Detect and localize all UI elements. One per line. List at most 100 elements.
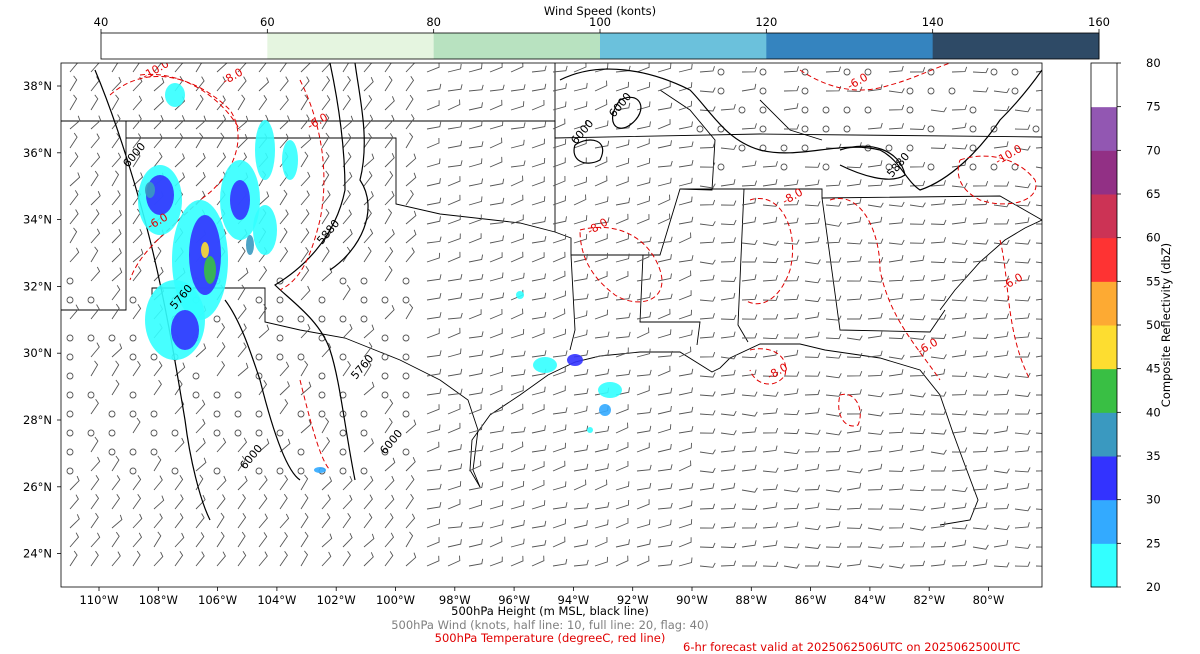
wind-barb [447, 539, 462, 548]
wind-barb [384, 114, 395, 130]
wind-barb [699, 523, 716, 529]
wind-barb [489, 556, 503, 567]
calm-wind-marker [402, 372, 410, 380]
wind-barb [972, 67, 989, 74]
wind-barb [384, 153, 395, 168]
wind-barb [804, 331, 820, 339]
wind-barb [174, 513, 184, 529]
wind-barb [216, 114, 227, 130]
calm-wind-marker [276, 315, 284, 323]
wind-barb [237, 475, 248, 491]
wind-barb [1035, 147, 1042, 149]
wind-barb [111, 514, 123, 529]
wind-barb [930, 237, 946, 244]
wind-barb [342, 475, 353, 491]
wind-barb [951, 524, 968, 530]
wind-barb [657, 160, 673, 168]
wind-barb [594, 331, 610, 339]
wind-barb [279, 76, 289, 92]
height-contour-label: 5880 [314, 217, 342, 247]
wind-barb [678, 290, 692, 301]
wind-barb [90, 475, 100, 491]
wind-barb [1014, 409, 1031, 415]
wind-barb [510, 350, 526, 358]
wind-barb [699, 503, 716, 510]
calm-wind-marker [969, 144, 977, 152]
wind-barb [195, 153, 206, 168]
wind-barb [762, 467, 779, 473]
wind-barb [888, 275, 905, 282]
wind-barb [363, 475, 374, 491]
calm-wind-marker [66, 353, 74, 361]
wind-barb [237, 437, 248, 453]
calm-wind-marker [129, 410, 137, 418]
wind-barb [846, 468, 863, 474]
wind-barb [363, 114, 374, 130]
border-line [821, 197, 946, 333]
wind-barb [489, 425, 505, 434]
wind-barb [489, 519, 504, 529]
wind-barb [531, 273, 546, 282]
wind-barb [384, 229, 395, 244]
wind-barb [762, 561, 779, 567]
wind-barb [90, 512, 99, 529]
reflectivity-colorbar-tick-label: 20 [1146, 580, 1161, 594]
calm-wind-marker [402, 448, 410, 456]
wind-barb [111, 76, 122, 92]
wind-barb [90, 191, 101, 206]
wind-barb [657, 63, 672, 73]
wind-barb [888, 201, 905, 207]
wind-barb [930, 198, 946, 206]
wind-barb [615, 555, 629, 567]
wind-barb [951, 371, 968, 377]
reflectivity-echo [567, 354, 583, 366]
wind-barb [867, 180, 883, 187]
wind-barb [615, 499, 630, 510]
wind-barb [195, 513, 205, 529]
wind-barb [636, 385, 650, 396]
wind-barb [468, 482, 484, 491]
wind-barb [615, 460, 629, 472]
wind-barb [594, 63, 609, 73]
wind-barb [657, 483, 673, 491]
wind-barb [573, 444, 589, 453]
wind-barb [510, 426, 526, 434]
wind-barb [804, 201, 821, 207]
wind-barb [489, 178, 505, 187]
wind-barb [741, 83, 757, 92]
wind-barb [342, 533, 353, 548]
wind-barb [888, 522, 905, 529]
calm-wind-marker [87, 296, 95, 304]
wind-barb [174, 532, 185, 548]
wind-barb [363, 228, 374, 244]
wind-barb [1035, 261, 1042, 264]
wind-barb [720, 103, 736, 111]
wind-barb [741, 216, 757, 225]
wind-barb [804, 296, 821, 303]
wind-barb [573, 369, 589, 377]
wind-barb [846, 239, 863, 245]
wind-barb [447, 99, 461, 111]
wind-barb [993, 88, 1010, 94]
wind-barb [573, 101, 588, 111]
calm-wind-marker [276, 353, 284, 361]
wind-barb [657, 140, 672, 149]
wind-barb [573, 463, 589, 472]
wind-barb [216, 63, 228, 73]
wind-barb [531, 425, 546, 434]
wind-colorbar-cell [932, 33, 1100, 59]
wind-barb [111, 360, 120, 377]
wind-barb [930, 354, 947, 360]
wind-barb [552, 460, 566, 472]
calm-wind-marker [885, 144, 893, 152]
wind-barb [951, 502, 967, 510]
wind-barb [531, 479, 545, 491]
wind-barb [930, 391, 947, 397]
wind-barb [783, 409, 800, 416]
wind-barb [510, 308, 524, 320]
wind-colorbar-tick-label: 80 [426, 15, 441, 29]
calm-wind-marker [87, 429, 95, 437]
wind-barb [741, 66, 758, 73]
wind-barb [699, 274, 715, 282]
wind-barb [531, 404, 545, 415]
